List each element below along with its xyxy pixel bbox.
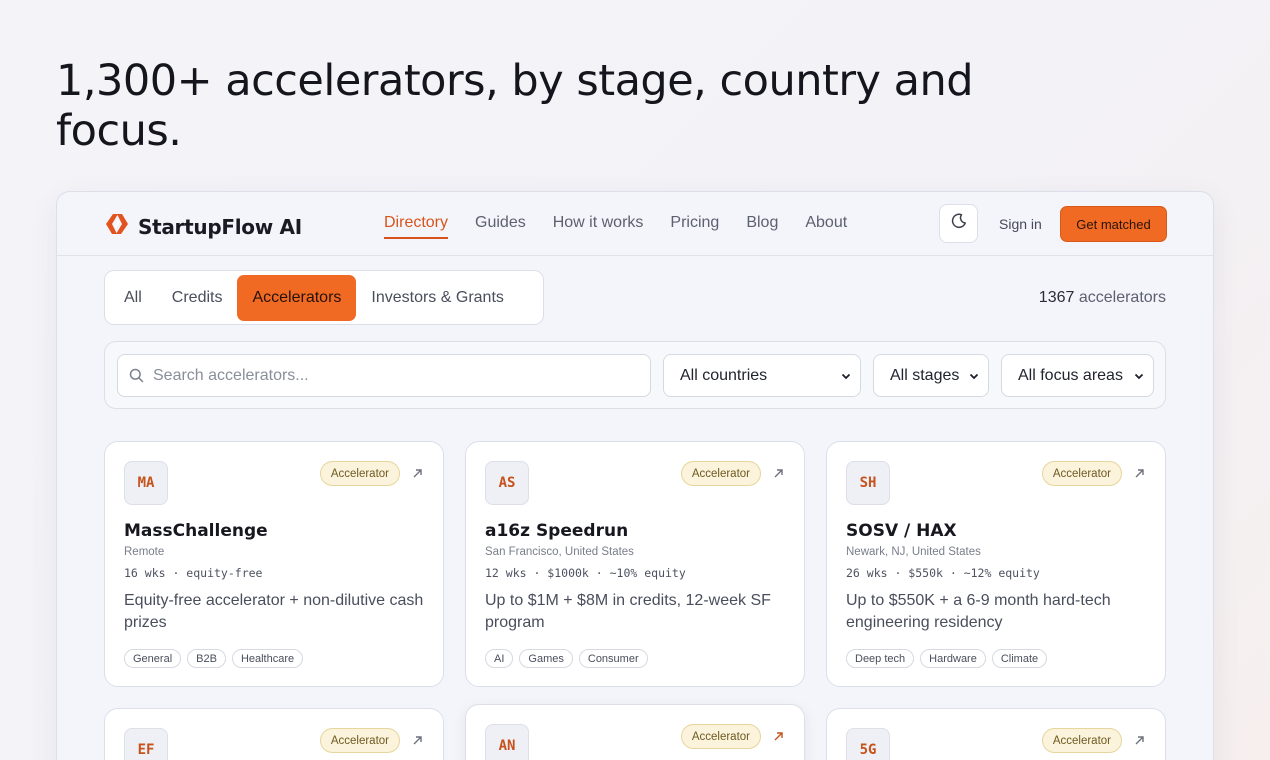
tag[interactable]: B2B xyxy=(187,649,226,668)
result-count: 1367 accelerators xyxy=(1039,289,1166,307)
card-location: Newark, NJ, United States xyxy=(846,546,981,558)
external-link-icon[interactable] xyxy=(773,466,784,484)
type-badge: Accelerator xyxy=(1041,461,1122,486)
card-meta: 16 wks · equity-free xyxy=(124,566,263,580)
chevron-down-icon xyxy=(840,369,852,387)
tab-investors-grants[interactable]: Investors & Grants xyxy=(356,275,519,321)
category-tabs: All Credits Accelerators Investors & Gra… xyxy=(104,270,544,325)
type-badge: Accelerator xyxy=(319,461,400,486)
nav-blog[interactable]: Blog xyxy=(746,214,778,239)
avatar: SH xyxy=(846,461,890,505)
chevron-down-icon xyxy=(968,369,980,387)
accelerator-card[interactable]: 5G Accelerator xyxy=(826,708,1166,760)
avatar: AS xyxy=(485,461,529,505)
card-title: a16z Speedrun xyxy=(485,521,629,541)
sign-in-link[interactable]: Sign in xyxy=(999,216,1042,232)
tag[interactable]: Healthcare xyxy=(231,649,304,668)
focus-select[interactable]: All focus areas xyxy=(1001,354,1154,397)
external-link-icon[interactable] xyxy=(412,733,423,751)
tag[interactable]: Games xyxy=(519,649,573,668)
avatar: 5G xyxy=(846,728,890,760)
external-link-icon[interactable] xyxy=(412,466,423,484)
tab-accelerators[interactable]: Accelerators xyxy=(237,274,357,321)
avatar: AN xyxy=(485,724,529,760)
card-meta: 26 wks · $550k · ~12% equity xyxy=(846,566,1040,580)
tag[interactable]: Deep tech xyxy=(846,649,915,668)
card-location: Remote xyxy=(124,546,165,558)
external-link-icon[interactable] xyxy=(1134,733,1145,751)
card-meta: 12 wks · $1000k · ~10% equity xyxy=(485,566,686,580)
app-window: StartupFlow AI Directory Guides How it w… xyxy=(56,191,1214,760)
get-matched-button[interactable]: Get matched xyxy=(1060,206,1167,242)
brand-logo-icon xyxy=(104,212,130,241)
top-navbar: StartupFlow AI Directory Guides How it w… xyxy=(57,192,1213,256)
card-location: San Francisco, United States xyxy=(485,546,634,558)
avatar: EF xyxy=(124,728,168,760)
card-tags: AI Games Consumer xyxy=(485,649,648,668)
card-description: Up to $550K + a 6-9 month hard-tech engi… xyxy=(846,592,1111,631)
filter-bar: All countries All stages All focus areas xyxy=(104,341,1166,409)
brand-name: StartupFlow AI xyxy=(138,214,302,239)
type-badge: Accelerator xyxy=(680,724,761,749)
external-link-icon[interactable] xyxy=(1134,466,1145,484)
card-title: MassChallenge xyxy=(124,521,268,541)
accelerator-card[interactable]: MA Accelerator MassChallenge Remote 16 w… xyxy=(104,441,444,687)
brand[interactable]: StartupFlow AI xyxy=(104,212,302,241)
nav-guides[interactable]: Guides xyxy=(475,214,526,239)
result-count-label: accelerators xyxy=(1078,289,1166,306)
nav-pricing[interactable]: Pricing xyxy=(670,214,719,239)
chevron-down-icon xyxy=(1133,369,1145,387)
nav-directory[interactable]: Directory xyxy=(384,214,449,239)
country-select[interactable]: All countries xyxy=(663,354,861,397)
type-badge: Accelerator xyxy=(1041,728,1122,753)
accelerator-card[interactable]: SH Accelerator SOSV / HAX Newark, NJ, Un… xyxy=(826,441,1166,687)
search-box xyxy=(117,354,651,397)
accelerator-card[interactable]: AN Accelerator xyxy=(465,704,805,760)
accelerator-card[interactable]: AS Accelerator a16z Speedrun San Francis… xyxy=(465,441,805,687)
tag[interactable]: Hardware xyxy=(920,649,986,668)
focus-select-value: All focus areas xyxy=(1018,366,1123,384)
nav-how-it-works[interactable]: How it works xyxy=(553,214,644,239)
tag[interactable]: Climate xyxy=(991,649,1048,668)
type-badge: Accelerator xyxy=(319,728,400,753)
card-description: Equity-free accelerator + non-dilutive c… xyxy=(124,592,424,631)
nav-about[interactable]: About xyxy=(805,214,847,239)
tag[interactable]: General xyxy=(124,649,182,668)
avatar: MA xyxy=(124,461,168,505)
stage-select[interactable]: All stages xyxy=(873,354,989,397)
tag[interactable]: Consumer xyxy=(578,649,648,668)
tab-credits[interactable]: Credits xyxy=(157,275,238,321)
accelerator-card[interactable]: EF Accelerator xyxy=(104,708,444,760)
search-input[interactable] xyxy=(153,355,633,396)
tag[interactable]: AI xyxy=(485,649,514,668)
hero-title: 1,300+ accelerators, by stage, country a… xyxy=(56,56,974,156)
country-select-value: All countries xyxy=(680,366,768,384)
stage-select-value: All stages xyxy=(890,366,960,384)
card-description: Up to $1M + $8M in credits, 12-week SF p… xyxy=(485,592,771,631)
moon-icon xyxy=(951,213,967,234)
type-badge: Accelerator xyxy=(680,461,761,486)
theme-toggle-button[interactable] xyxy=(939,204,978,243)
tab-all[interactable]: All xyxy=(109,275,157,321)
main-nav: Directory Guides How it works Pricing Bl… xyxy=(384,214,847,239)
result-count-number: 1367 xyxy=(1038,289,1075,306)
external-link-icon[interactable] xyxy=(773,729,784,747)
card-tags: General B2B Healthcare xyxy=(124,649,304,668)
card-title: SOSV / HAX xyxy=(846,521,957,541)
card-tags: Deep tech Hardware Climate xyxy=(846,649,1048,668)
